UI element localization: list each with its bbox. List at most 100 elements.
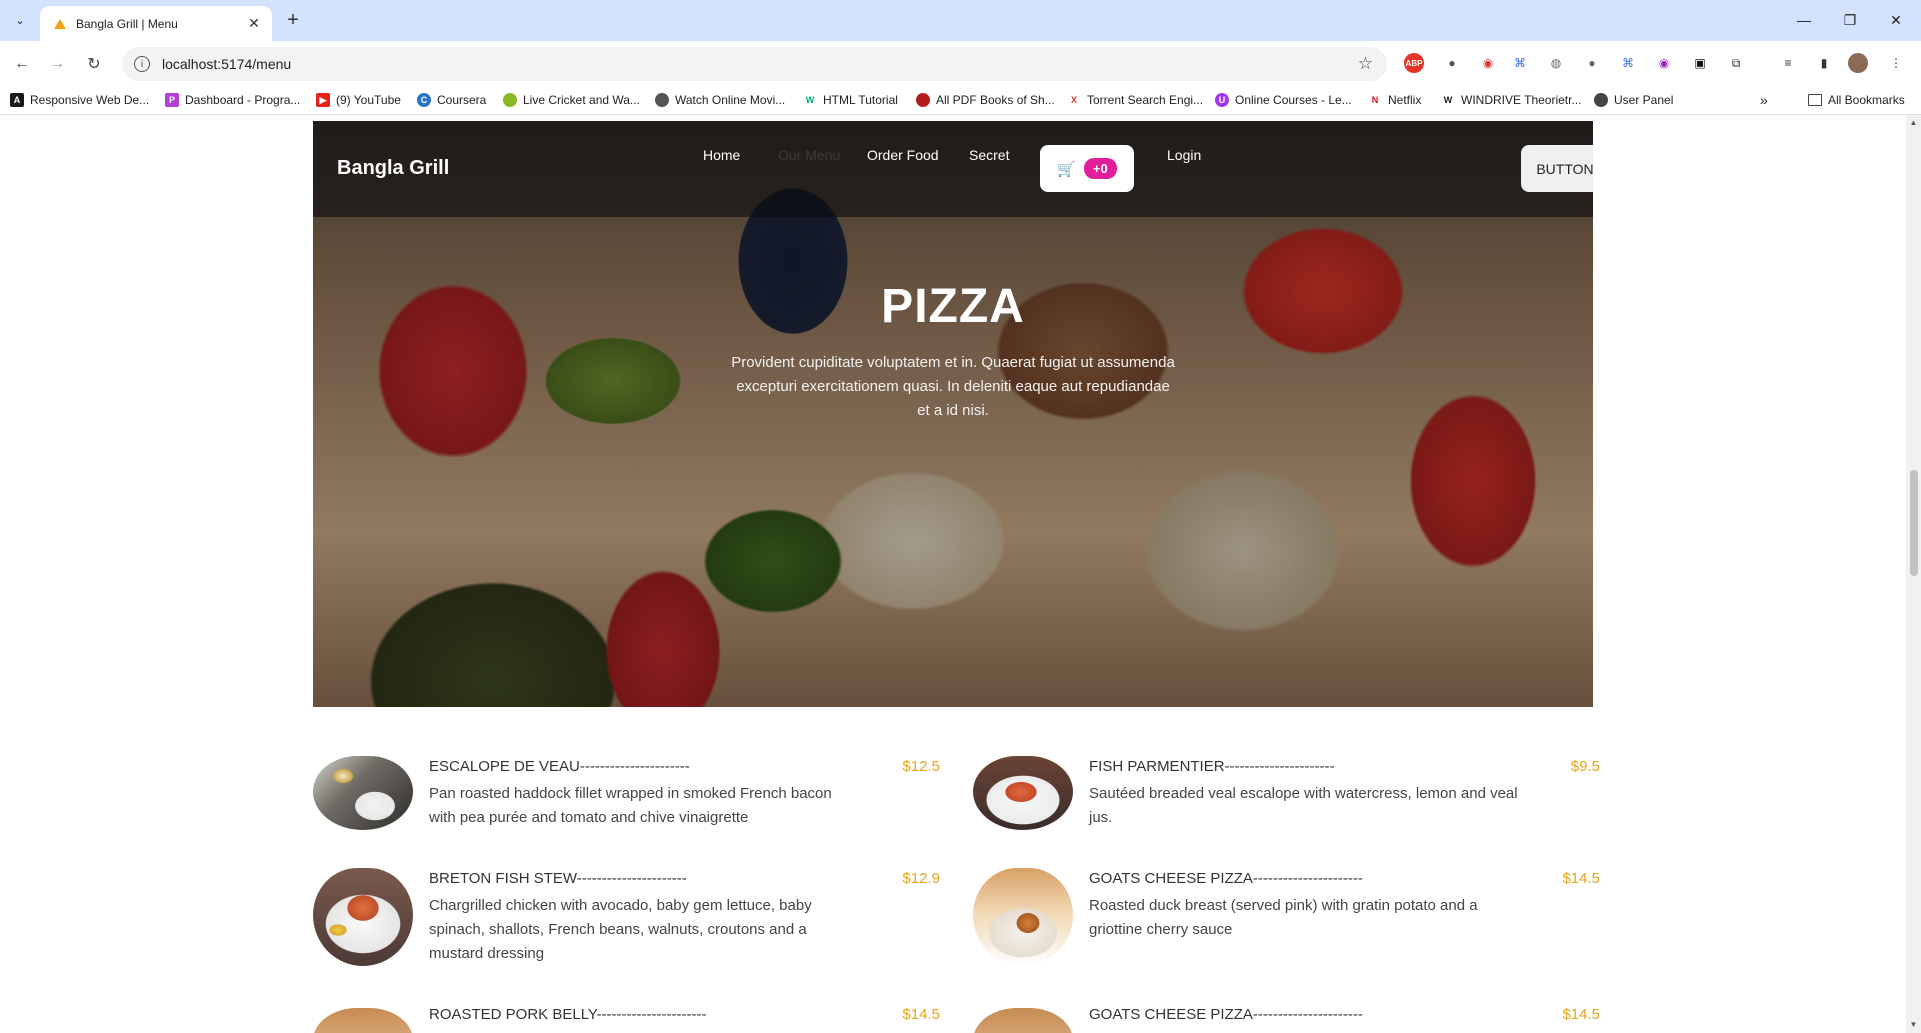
nav-home[interactable]: Home [703, 147, 740, 163]
dish-description: Pan roasted haddock fillet wrapped in sm… [429, 785, 832, 826]
all-bookmarks[interactable]: All Bookmarks [1808, 92, 1905, 108]
hero-title: PIZZA [881, 280, 1025, 333]
bookmark-item[interactable]: Watch Online Movi... [655, 92, 785, 108]
site-favicon-icon [52, 16, 68, 32]
menu-item: BRETON FISH STEW---------------------- $… [313, 868, 940, 978]
dish-price: $12.5 [902, 758, 940, 775]
google-translate-icon[interactable]: ⌘ [1616, 51, 1640, 75]
restore-icon[interactable]: ❐ [1838, 8, 1862, 32]
adblock-icon[interactable]: ABP [1404, 53, 1424, 73]
dish-description: Sautéed breaded veal escalope with water… [1089, 785, 1518, 826]
folder-icon [1808, 94, 1822, 106]
dish-price: $14.5 [902, 1006, 940, 1023]
tab-title: Bangla Grill | Menu [76, 16, 178, 31]
address-bar[interactable]: i localhost:5174/menu ☆ [122, 47, 1387, 81]
bookmark-label: Watch Online Movi... [675, 93, 786, 107]
bookmark-star-icon[interactable]: ☆ [1358, 54, 1373, 74]
minimize-icon[interactable]: — [1792, 8, 1816, 32]
bookmark-favicon-icon: X [1067, 93, 1081, 107]
all-bookmarks-label: All Bookmarks [1828, 93, 1905, 107]
site-navbar: Bangla Grill Home Our Menu Order Food Se… [313, 121, 1593, 217]
dish-name: FISH PARMENTIER---------------------- [1089, 758, 1335, 775]
side-panel-icon[interactable]: ▮ [1812, 51, 1836, 75]
media-control-icon[interactable]: ≡ [1776, 51, 1800, 75]
new-tab-icon[interactable]: + [282, 9, 304, 31]
bookmarks-overflow-icon[interactable]: » [1760, 92, 1768, 108]
bookmark-item[interactable]: ▶ (9) YouTube [316, 92, 401, 108]
bookmark-label: Torrent Search Engi... [1087, 93, 1204, 107]
reload-icon[interactable]: ↻ [82, 52, 106, 76]
dish-image [313, 756, 413, 830]
bookmark-favicon-icon: ▶ [316, 93, 330, 107]
forward-icon[interactable]: → [45, 52, 69, 76]
dish-name: ROASTED PORK BELLY---------------------- [429, 1006, 707, 1023]
bookmark-favicon-icon [503, 93, 517, 107]
extension-dark-icon[interactable]: ▣ [1688, 51, 1712, 75]
bookmark-label: Responsive Web De... [30, 93, 150, 107]
tab-close-icon[interactable]: ✕ [244, 14, 264, 34]
dish-price: $14.5 [1562, 870, 1600, 887]
page-scrollbar[interactable]: ▲ ▼ [1906, 115, 1921, 1033]
bookmark-item[interactable]: W HTML Tutorial [803, 92, 898, 108]
scroll-up-arrow-icon[interactable]: ▲ [1909, 118, 1918, 127]
window-close-icon[interactable]: ✕ [1884, 8, 1908, 32]
browser-tab-bar: ⌄ Bangla Grill | Menu ✕ + — ❐ ✕ [0, 0, 1921, 41]
dish-description: Chargrilled chicken with avocado, baby g… [429, 897, 812, 962]
hero-description: Provident cupiditate voluptatem et in. Q… [731, 354, 1175, 419]
menu-item: FISH PARMENTIER---------------------- $9… [973, 756, 1600, 856]
bookmark-item[interactable]: Live Cricket and Wa... [503, 92, 640, 108]
brand-logo[interactable]: Bangla Grill [337, 157, 449, 180]
bookmark-item[interactable]: User Panel [1594, 92, 1673, 108]
back-icon[interactable]: ← [10, 52, 34, 76]
url-text[interactable]: localhost:5174/menu [162, 56, 291, 72]
tab-search-chevron-icon[interactable]: ⌄ [8, 8, 32, 32]
browser-tab[interactable]: Bangla Grill | Menu ✕ [40, 6, 272, 41]
extension-purple-icon[interactable]: ◉ [1652, 51, 1676, 75]
bookmark-item[interactable]: X Torrent Search Engi... [1067, 92, 1203, 108]
bookmark-label: All PDF Books of Sh... [936, 93, 1055, 107]
bookmark-item[interactable]: U Online Courses - Le... [1215, 92, 1352, 108]
bookmark-item[interactable]: C Coursera [417, 92, 486, 108]
nav-button[interactable]: BUTTON [1521, 145, 1593, 192]
profile-avatar[interactable] [1848, 53, 1868, 73]
nav-secret[interactable]: Secret [969, 147, 1009, 163]
menu-item: GOATS CHEESE PIZZA----------------------… [973, 868, 1600, 978]
scroll-down-arrow-icon[interactable]: ▼ [1909, 1020, 1918, 1029]
bookmark-favicon-icon: U [1215, 93, 1229, 107]
extension-mic-icon[interactable]: ● [1440, 51, 1464, 75]
extensions-puzzle-icon[interactable]: ⧉ [1724, 51, 1748, 75]
menu-item: ROASTED PORK BELLY----------------------… [313, 1004, 940, 1033]
extension-badge-icon[interactable]: ◉ [1476, 51, 1500, 75]
bookmark-label: Netflix [1388, 93, 1422, 107]
dish-image [973, 868, 1073, 966]
menu-item: GOATS CHEESE PIZZA----------------------… [973, 1004, 1600, 1033]
bookmark-favicon-icon: N [1368, 93, 1382, 107]
translate-icon[interactable]: ⌘ [1508, 51, 1532, 75]
bookmark-label: Dashboard - Progra... [185, 93, 301, 107]
bookmark-favicon-icon: A [10, 93, 24, 107]
site-info-icon[interactable]: i [134, 56, 150, 72]
bookmark-favicon-icon: W [803, 93, 817, 107]
cart-button[interactable]: 🛒 +0 [1040, 145, 1134, 192]
bookmark-item[interactable]: N Netflix [1368, 92, 1421, 108]
dish-name: ESCALOPE DE VEAU---------------------- [429, 758, 690, 775]
bookmark-item[interactable]: All PDF Books of Sh... [916, 92, 1055, 108]
bookmark-label: HTML Tutorial [823, 93, 898, 107]
nav-our-menu[interactable]: Our Menu [778, 147, 840, 163]
globe-icon[interactable]: ◍ [1544, 51, 1568, 75]
menu-kebab-icon[interactable]: ⋮ [1884, 51, 1908, 75]
scrollbar-thumb[interactable] [1910, 470, 1918, 576]
nav-order-food[interactable]: Order Food [867, 147, 939, 163]
bookmark-favicon-icon [916, 93, 930, 107]
dish-image [313, 868, 413, 966]
dish-price: $9.5 [1570, 758, 1600, 775]
bookmark-item[interactable]: P Dashboard - Progra... [165, 92, 300, 108]
bookmark-label: Online Courses - Le... [1235, 93, 1352, 107]
nav-login[interactable]: Login [1167, 147, 1201, 163]
cart-icon: 🛒 [1057, 160, 1076, 178]
bookmark-item[interactable]: A Responsive Web De... [10, 92, 149, 108]
bookmark-item[interactable]: W WINDRIVE Theorietr... [1441, 92, 1581, 108]
bookmark-favicon-icon [1594, 93, 1608, 107]
extension-icon[interactable]: ● [1580, 51, 1604, 75]
dish-description: Roasted duck breast (served pink) with g… [1089, 897, 1478, 938]
